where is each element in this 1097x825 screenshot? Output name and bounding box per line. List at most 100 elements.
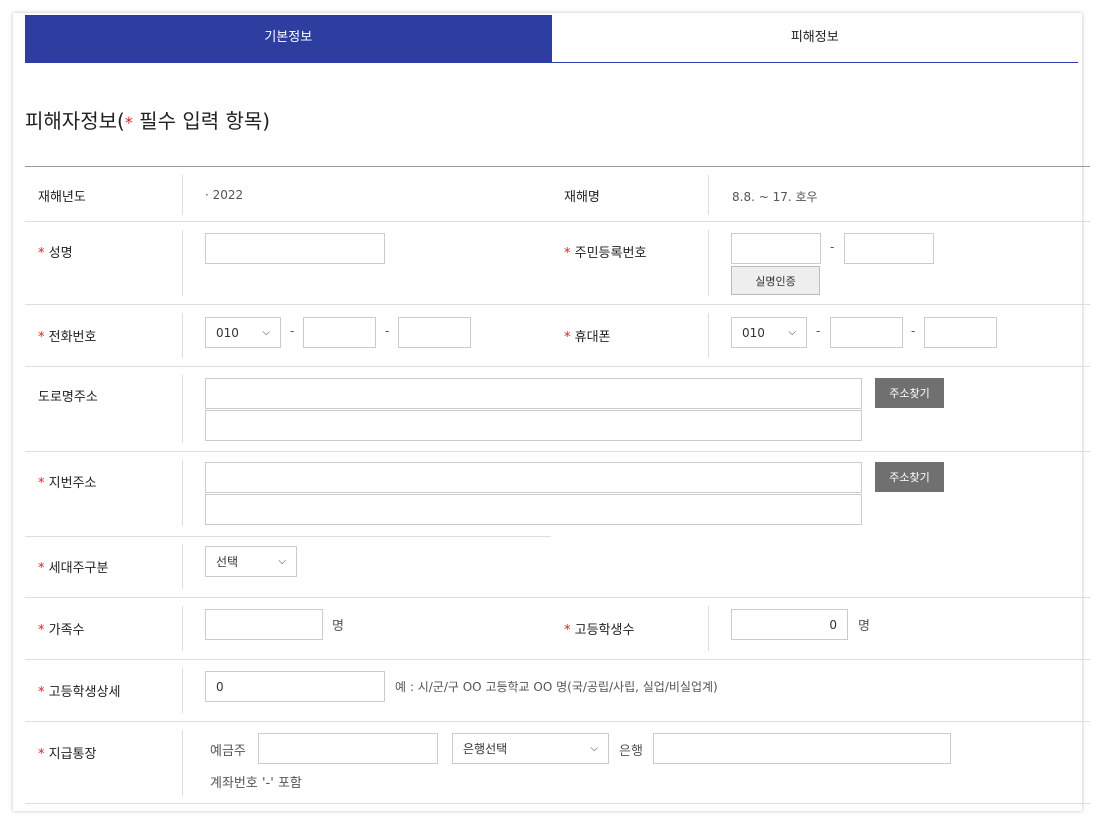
mobile-mid-input[interactable] <box>830 317 903 348</box>
label-mobile-text: 휴대폰 <box>574 330 611 345</box>
family-count-input[interactable] <box>205 609 323 640</box>
household-type-select[interactable]: 선택 ⌵ <box>205 546 297 577</box>
required-star: * <box>38 623 45 638</box>
dash: - <box>290 324 295 338</box>
name-input[interactable] <box>205 233 385 264</box>
chevron-down-icon: ⌵ <box>590 743 598 754</box>
phone-last-input[interactable] <box>398 317 471 348</box>
label-name: * 성명 <box>38 242 73 261</box>
row-family: * 가족수 명 * 고등학생수 0 명 <box>25 598 1090 660</box>
divider <box>182 460 183 526</box>
label-hs-detail-text: 고등학생상세 <box>48 685 121 700</box>
account-number-hint: 계좌번호 '-' 포함 <box>210 776 302 791</box>
lot-address-search-button[interactable]: 주소찾기 <box>875 462 944 492</box>
row-disaster: 재해년도 · 2022 재해명 8.8. ~ 17. 호우 <box>25 167 1090 222</box>
divider <box>708 606 709 651</box>
disaster-year-value: · 2022 <box>205 188 244 202</box>
row-lot-address: * 지번주소 주소찾기 <box>25 452 1090 537</box>
mobile-last-input[interactable] <box>924 317 997 348</box>
hs-students-input[interactable]: 0 <box>731 609 848 640</box>
section-title-suffix: 필수 입력 항목) <box>132 109 271 133</box>
chevron-down-icon: ⌵ <box>788 327 796 338</box>
label-family-count: * 가족수 <box>38 619 85 638</box>
road-address-line2[interactable] <box>205 410 862 441</box>
tab-damage-info[interactable]: 피해정보 <box>551 15 1078 62</box>
mobile-prefix-select[interactable]: 010 ⌵ <box>731 317 807 348</box>
required-star: * <box>38 476 45 491</box>
label-lot-address: * 지번주소 <box>38 472 96 491</box>
label-name-text: 성명 <box>48 246 73 261</box>
phone-prefix-value: 010 <box>216 325 239 340</box>
label-disaster-year: 재해년도 <box>38 190 86 205</box>
divider <box>182 606 183 651</box>
divider <box>182 230 183 296</box>
label-bank-account-text: 지급통장 <box>48 747 97 762</box>
divider <box>182 730 183 796</box>
label-phone: * 전화번호 <box>38 326 96 345</box>
tab-basic-info[interactable]: 기본정보 <box>25 15 552 62</box>
required-star: * <box>564 246 571 261</box>
bank-select[interactable]: 은행선택 ⌵ <box>452 733 609 764</box>
label-resident-number-text: 주민등록번호 <box>574 246 647 261</box>
lot-address-line2[interactable] <box>205 494 862 525</box>
section-title: 피해자정보(* 필수 입력 항목) <box>25 105 270 134</box>
divider <box>708 230 709 296</box>
hs-students-unit: 명 <box>858 619 870 634</box>
household-type-value: 선택 <box>216 555 239 569</box>
label-family-count-text: 가족수 <box>48 623 85 638</box>
account-number-input[interactable] <box>653 733 951 764</box>
lot-address-line1[interactable] <box>205 462 862 493</box>
row-road-address: 도로명주소 주소찾기 <box>25 367 1090 452</box>
resident-number-part2[interactable] <box>844 233 934 264</box>
label-bank-account: * 지급통장 <box>38 743 96 762</box>
required-star: * <box>38 246 45 261</box>
label-mobile: * 휴대폰 <box>564 326 611 345</box>
row-phone: * 전화번호 010 ⌵ - - * 휴대폰 010 ⌵ - - <box>25 305 1090 367</box>
required-star: * <box>38 330 45 345</box>
dash: - <box>385 324 390 338</box>
row-bank-account: * 지급통장 예금주 은행선택 ⌵ 은행 계좌번호 '-' 포함 <box>25 722 1090 804</box>
label-hs-detail: * 고등학생상세 <box>38 681 120 700</box>
label-household-type-text: 세대주구분 <box>48 561 109 576</box>
account-holder-input[interactable] <box>258 733 438 764</box>
row-hs-detail: * 고등학생상세 0 예 : 시/군/구 OO 고등학교 OO 명(국/공립/사… <box>25 660 1090 722</box>
road-address-line1[interactable] <box>205 378 862 409</box>
label-hs-students-text: 고등학생수 <box>574 623 635 638</box>
verify-name-button[interactable]: 실명인증 <box>731 266 820 295</box>
divider <box>182 313 183 358</box>
label-resident-number: * 주민등록번호 <box>564 242 646 261</box>
divider <box>182 544 183 589</box>
phone-mid-input[interactable] <box>303 317 376 348</box>
label-household-type: * 세대주구분 <box>38 557 108 576</box>
chevron-down-icon: ⌵ <box>262 327 270 338</box>
required-star: * <box>564 330 571 345</box>
family-count-unit: 명 <box>332 619 344 634</box>
divider <box>182 668 183 713</box>
account-holder-label: 예금주 <box>210 744 246 759</box>
victim-info-form: 재해년도 · 2022 재해명 8.8. ~ 17. 호우 * 성명 * 주민등… <box>25 166 1090 804</box>
divider <box>182 175 183 215</box>
dash: - <box>816 324 821 338</box>
road-address-search-button[interactable]: 주소찾기 <box>875 378 944 408</box>
required-star: * <box>38 561 45 576</box>
divider <box>708 313 709 358</box>
bank-suffix: 은행 <box>619 744 643 759</box>
required-star: * <box>38 685 45 700</box>
dash: - <box>830 240 835 254</box>
label-disaster-name: 재해명 <box>564 190 600 205</box>
hs-detail-example: 예 : 시/군/구 OO 고등학교 OO 명(국/공립/사립, 실업/비실업계) <box>395 680 718 694</box>
label-lot-address-text: 지번주소 <box>48 476 97 491</box>
row-name: * 성명 * 주민등록번호 - 실명인증 <box>25 222 1090 305</box>
row-household-type: * 세대주구분 선택 ⌵ <box>25 536 1090 598</box>
label-road-address: 도로명주소 <box>38 390 98 405</box>
divider <box>182 375 183 443</box>
phone-prefix-select[interactable]: 010 ⌵ <box>205 317 281 348</box>
required-star: * <box>38 747 45 762</box>
section-title-prefix: 피해자정보( <box>25 109 125 133</box>
mobile-prefix-value: 010 <box>742 325 765 340</box>
resident-number-part1[interactable] <box>731 233 821 264</box>
required-star: * <box>564 623 571 638</box>
hs-detail-input[interactable]: 0 <box>205 671 385 702</box>
disaster-name-value: 8.8. ~ 17. 호우 <box>732 190 818 204</box>
required-star: * <box>124 113 133 132</box>
